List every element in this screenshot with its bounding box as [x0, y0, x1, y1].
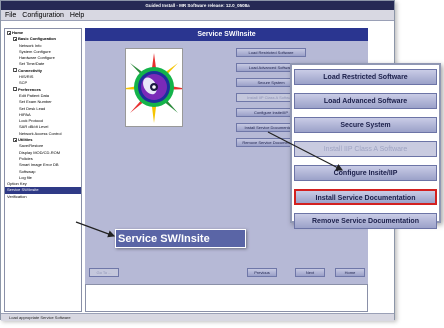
tree-item-label: HIPAA — [19, 111, 31, 117]
zoomed-service-button[interactable]: Install IIP Class A Software — [294, 141, 437, 157]
tree-item-label: Log file — [19, 174, 32, 180]
tree-collapse-icon[interactable] — [13, 68, 17, 73]
navigation-tree: Home Basic Configuration Network Info Syste… — [4, 28, 82, 312]
menu-configuration[interactable]: Configuration — [22, 12, 64, 19]
next-button[interactable]: Next — [295, 268, 325, 277]
tree-item-label: Preferences — [18, 86, 41, 92]
service-button[interactable]: Load Restricted Software — [236, 48, 306, 57]
tree-item-label: SCP — [19, 80, 28, 86]
page-title: Service SW/Insite — [85, 28, 368, 41]
go-to-button[interactable]: Go To ... — [89, 268, 119, 277]
tree-item-label: Utilities — [18, 137, 33, 143]
menu-file[interactable]: File — [5, 12, 16, 19]
menu-help[interactable]: Help — [70, 12, 84, 19]
tree-collapse-icon[interactable] — [13, 137, 17, 142]
tree-item-label: Set Desk Lead — [19, 105, 46, 111]
zoomed-service-button[interactable]: Install Service Documentation — [294, 189, 437, 205]
service-sw-insite-callout: Service SW/Insite — [115, 229, 246, 248]
tree-item-label: System Configure — [19, 48, 51, 54]
tree-item-label: Basic Configuration — [18, 36, 57, 42]
status-bar: Load appropriate Service Software — [1, 313, 394, 321]
zoomed-service-button[interactable]: Load Restricted Software — [294, 69, 437, 85]
menu-bar: File Configuration Help — [1, 10, 394, 21]
tree-item-label: Option Key — [7, 181, 27, 187]
zoomed-button-panel: Load Restricted Software Load Advanced So… — [290, 63, 441, 229]
tree-collapse-icon[interactable] — [13, 36, 17, 41]
tree-item-label: Home — [12, 30, 24, 35]
tree-item-label: Lock Protocol — [19, 118, 44, 124]
service-disc-image — [120, 48, 188, 127]
tree-item-label: Display MOD/CD-ROM — [19, 149, 61, 155]
tree-item-label: Smart Image Error DB — [19, 162, 59, 168]
disc-icon — [120, 53, 188, 123]
tree-item-label: Hardware Configure — [19, 55, 55, 61]
tree-item-label: Network Info — [19, 42, 42, 48]
previous-button[interactable]: Previous — [247, 268, 277, 277]
tree-item-label: Set Time/Date — [19, 61, 45, 67]
message-area — [85, 284, 368, 312]
tree-item-label: Network Access Control — [19, 130, 62, 136]
tree-item[interactable]: Verification — [5, 194, 81, 200]
tree-item-label: Connectivity — [18, 67, 43, 73]
zoomed-service-button[interactable]: Configure Insite/IIP — [294, 165, 437, 181]
window-title: Guided Install - MR Software release: 12… — [1, 1, 394, 10]
home-button[interactable]: Home — [335, 268, 365, 277]
tree-item-label: Policies — [19, 155, 33, 161]
tree-item-label: Set Exam Number — [19, 99, 52, 105]
zoomed-service-button[interactable]: Remove Service Documentation — [294, 213, 437, 229]
tree-item-label: Softswap — [19, 168, 36, 174]
zoomed-service-button[interactable]: Secure System — [294, 117, 437, 133]
tree-collapse-icon[interactable] — [13, 87, 17, 92]
zoomed-service-button[interactable]: Load Advanced Software — [294, 93, 437, 109]
tree-item-label: SAR dB/dt Level — [19, 124, 49, 130]
tree-collapse-icon[interactable] — [7, 30, 11, 35]
tree-item-label: Edit Patient Data — [19, 92, 50, 98]
tree-item-label: Verification — [7, 193, 27, 199]
nav-bar: Go To ... Previous Next Home — [85, 268, 368, 282]
tree-item-label: Save/Restore — [19, 143, 44, 149]
tree-item-label: Service SW/Insite — [7, 187, 39, 193]
tree-item-label: HIS/RIS — [19, 74, 34, 80]
